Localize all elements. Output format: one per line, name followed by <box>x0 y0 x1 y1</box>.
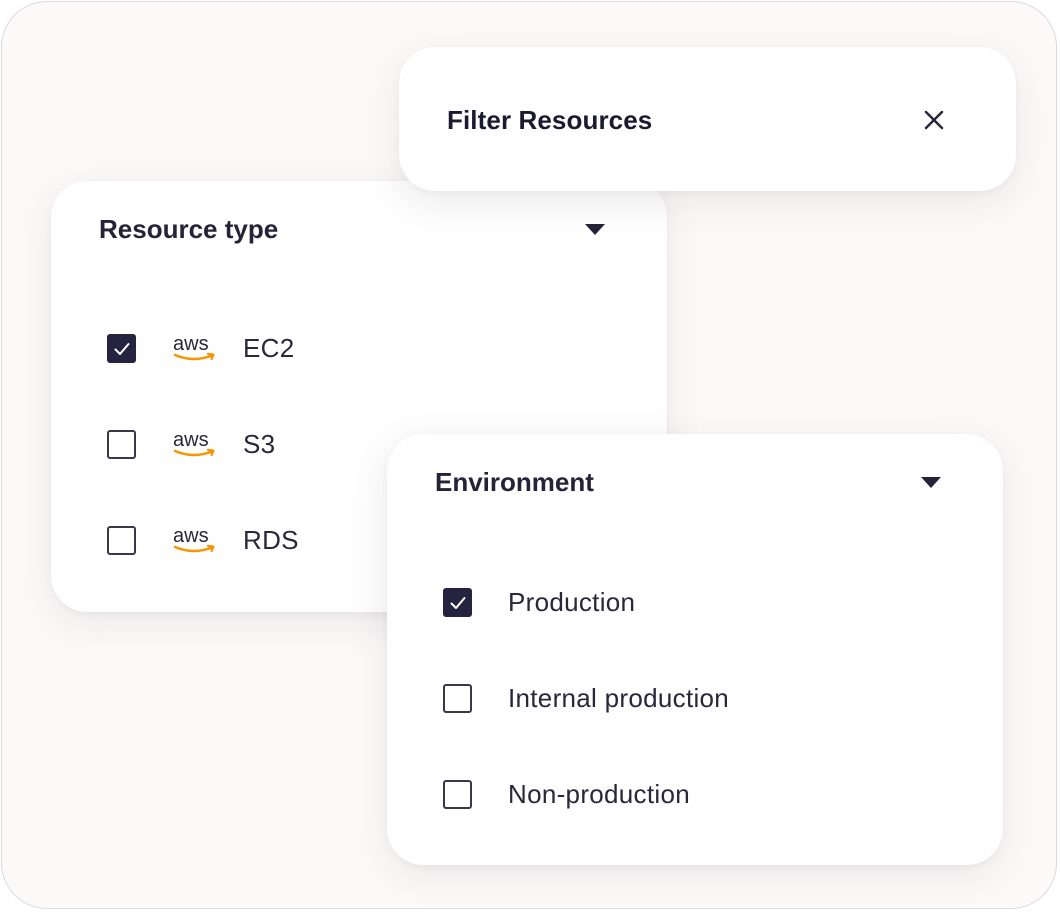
aws-logo: aws <box>173 525 215 553</box>
checkbox-production[interactable] <box>443 587 472 617</box>
environment-panel: Environment Production Internal producti… <box>387 434 1003 865</box>
environment-label-non-production: Non-production <box>508 778 690 809</box>
svg-text:aws: aws <box>173 525 209 547</box>
environment-option-internal-production[interactable]: Internal production <box>443 681 729 715</box>
resource-option-ec2[interactable]: aws EC2 <box>107 331 294 365</box>
resource-option-rds[interactable]: aws RDS <box>107 523 299 557</box>
environment-title: Environment <box>435 467 594 497</box>
caret-down-icon[interactable] <box>585 224 605 235</box>
resource-option-s3[interactable]: aws S3 <box>107 427 275 461</box>
environment-label-internal-production: Internal production <box>508 682 730 713</box>
resource-label-s3: S3 <box>243 428 276 459</box>
resource-label-ec2: EC2 <box>243 332 295 363</box>
checkbox-non-production[interactable] <box>443 779 472 809</box>
checkmark-icon <box>114 342 130 355</box>
close-button[interactable] <box>921 107 947 133</box>
checkbox-internal-production[interactable] <box>443 683 472 713</box>
aws-logo: aws <box>173 333 215 361</box>
caret-down-icon[interactable] <box>921 477 941 488</box>
filter-title: Filter Resources <box>447 105 653 135</box>
close-icon <box>924 110 944 130</box>
svg-text:aws: aws <box>173 429 209 451</box>
resource-type-title: Resource type <box>99 214 279 244</box>
checkbox-ec2[interactable] <box>107 333 136 363</box>
resource-label-rds: RDS <box>243 524 299 555</box>
svg-text:aws: aws <box>173 333 209 355</box>
checkbox-s3[interactable] <box>107 429 136 459</box>
app-frame: Filter Resources Resource type aws EC2 a… <box>1 1 1057 909</box>
environment-option-non-production[interactable]: Non-production <box>443 777 690 811</box>
checkmark-icon <box>450 596 466 609</box>
aws-logo: aws <box>173 429 215 457</box>
checkbox-rds[interactable] <box>107 525 136 555</box>
environment-option-production[interactable]: Production <box>443 585 635 619</box>
filter-header: Filter Resources <box>399 47 1016 191</box>
environment-label-production: Production <box>508 586 636 617</box>
